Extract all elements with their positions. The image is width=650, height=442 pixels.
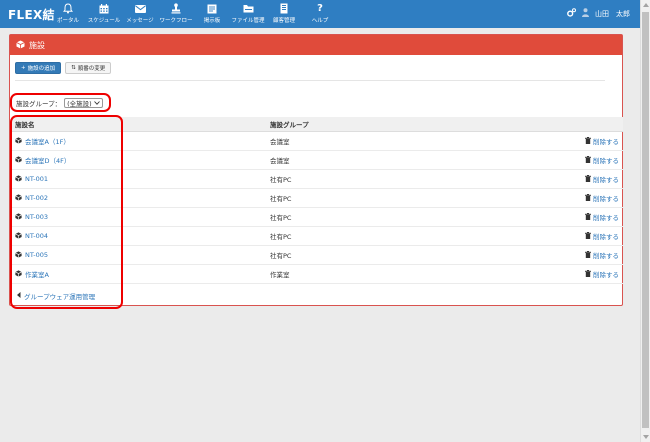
nav-label: ワークフロー <box>159 18 193 24</box>
delete-label: 削除する <box>593 271 619 279</box>
user-name[interactable]: 山田 太郎 <box>595 9 630 19</box>
folder-icon <box>243 2 254 15</box>
trash-icon <box>585 212 591 222</box>
app-logo[interactable]: FLEX結 <box>8 6 55 23</box>
delete-button[interactable]: 削除する <box>585 155 619 165</box>
nav-item-schedule[interactable]: スケジュール <box>86 2 122 28</box>
trash-icon <box>585 155 591 165</box>
nav-item-message[interactable]: メッセージ <box>122 2 158 28</box>
nav-label: 顧客管理 <box>272 18 295 24</box>
gear-icon[interactable] <box>567 8 576 19</box>
plus-icon: + <box>21 65 26 71</box>
nav-item-board[interactable]: 掲示板 <box>194 2 230 28</box>
trash-icon <box>585 231 591 241</box>
nav-item-customer[interactable]: 顧客管理 <box>266 2 302 28</box>
delete-button[interactable]: 削除する <box>585 136 619 146</box>
delete-label: 削除する <box>593 195 619 203</box>
scroll-down-arrow-icon[interactable] <box>643 435 649 439</box>
calendar-icon <box>99 2 109 15</box>
main-nav: ポータル スケジュール メッセージ ワークフロー 掲示板 ファイル管理 顧客管理… <box>50 2 338 28</box>
trash-icon <box>585 250 591 260</box>
delete-button[interactable]: 削除する <box>585 174 619 184</box>
delete-label: 削除する <box>593 233 619 241</box>
delete-label: 削除する <box>593 176 619 184</box>
panel-header: 施設 <box>10 35 622 55</box>
facility-group-cell: 社有PC <box>270 195 292 203</box>
delete-label: 削除する <box>593 214 619 222</box>
bell-icon <box>63 2 73 15</box>
user-area: 山田 太郎 <box>567 8 630 19</box>
trash-icon <box>585 269 591 279</box>
header-facility-group: 施設グループ <box>270 121 309 129</box>
page-title: 施設 <box>29 40 45 50</box>
nav-item-portal[interactable]: ポータル <box>50 2 86 28</box>
board-icon <box>207 2 217 15</box>
help-icon: ? <box>317 3 323 14</box>
cube-icon <box>16 40 25 51</box>
nav-label: ヘルプ <box>311 18 329 24</box>
nav-label: 掲示板 <box>203 18 221 24</box>
delete-button[interactable]: 削除する <box>585 250 619 260</box>
delete-button[interactable]: 削除する <box>585 269 619 279</box>
change-order-label: 順番の変更 <box>77 66 106 72</box>
nav-label: メッセージ <box>126 18 154 24</box>
scrollbar[interactable] <box>640 0 650 442</box>
delete-label: 削除する <box>593 252 619 260</box>
facility-group-cell: 社有PC <box>270 214 292 222</box>
nav-label: スケジュール <box>87 18 121 24</box>
delete-button[interactable]: 削除する <box>585 231 619 241</box>
scroll-up-arrow-icon[interactable] <box>643 3 649 7</box>
top-nav-bar: FLEX結 ポータル スケジュール メッセージ ワークフロー 掲示板 ファイル管… <box>0 0 640 28</box>
delete-label: 削除する <box>593 157 619 165</box>
facility-group-cell: 社有PC <box>270 233 292 241</box>
change-order-button[interactable]: ⇅ 順番の変更 <box>65 62 112 74</box>
nav-item-file[interactable]: ファイル管理 <box>230 2 266 28</box>
nav-item-workflow[interactable]: ワークフロー <box>158 2 194 28</box>
facility-group-cell: 会議室 <box>270 157 290 165</box>
toolbar-divider <box>15 80 605 81</box>
scrollbar-thumb[interactable] <box>642 12 649 428</box>
nav-label: ファイル管理 <box>231 18 265 24</box>
trash-icon <box>585 174 591 184</box>
trash-icon <box>585 193 591 203</box>
facility-group-cell: 会議室 <box>270 138 290 146</box>
sort-icon: ⇅ <box>71 65 76 71</box>
delete-button[interactable]: 削除する <box>585 193 619 203</box>
delete-label: 削除する <box>593 138 619 146</box>
highlight-ring-names <box>10 115 123 309</box>
add-facility-button[interactable]: + 施設の追加 <box>15 62 62 74</box>
facility-group-cell: 作業室 <box>270 271 290 279</box>
stamp-icon <box>171 2 181 15</box>
customer-icon <box>280 2 288 15</box>
nav-item-help[interactable]: ? ヘルプ <box>302 2 338 28</box>
highlight-ring-filter <box>10 93 111 112</box>
nav-label: ポータル <box>56 18 79 24</box>
envelope-icon <box>134 2 146 15</box>
toolbar: + 施設の追加 ⇅ 順番の変更 <box>15 62 112 74</box>
facility-group-cell: 社有PC <box>270 252 292 260</box>
facility-panel: 施設 + 施設の追加 ⇅ 順番の変更 施設グループ： (全施設) 施設名 施設グ… <box>9 34 623 309</box>
delete-button[interactable]: 削除する <box>585 212 619 222</box>
facility-group-cell: 社有PC <box>270 176 292 184</box>
trash-icon <box>585 136 591 146</box>
user-avatar-icon <box>582 8 589 19</box>
add-facility-label: 施設の追加 <box>27 66 56 72</box>
